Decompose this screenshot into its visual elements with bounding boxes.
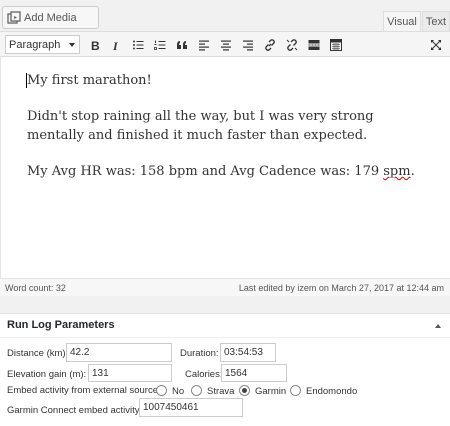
read-more-icon: [308, 40, 320, 50]
italic-icon: I: [112, 39, 119, 51]
tab-text[interactable]: Text: [422, 11, 450, 32]
media-icon: [7, 10, 21, 25]
bulleted-list-button[interactable]: [130, 37, 146, 53]
svg-text:B: B: [91, 39, 100, 51]
spellcheck-word: spm: [383, 164, 411, 179]
paragraph-3-text: My Avg HR was: 158 bpm and Avg Cadence w…: [27, 164, 384, 179]
calories-input[interactable]: 1564: [221, 364, 287, 382]
elevation-input[interactable]: 131: [88, 364, 172, 382]
align-left-button[interactable]: [196, 37, 212, 53]
numbered-list-icon: [154, 40, 166, 50]
last-edited: Last edited by izem on March 27, 2017 at…: [238, 283, 444, 293]
blockquote-button[interactable]: [174, 37, 190, 53]
embed-source-label: Embed activity from external source:: [7, 385, 161, 396]
svg-text:I: I: [112, 39, 119, 51]
toolbar-toggle-button[interactable]: [328, 37, 344, 53]
distance-input[interactable]: 42.2: [66, 343, 172, 362]
metabox-title: Run Log Parameters: [7, 319, 115, 331]
numbered-list-button[interactable]: [152, 37, 168, 53]
garmin-embed-label: Garmin Connect embed activity:: [7, 405, 143, 416]
paragraph-2: Didn't stop raining all the way, but I w…: [27, 109, 374, 143]
paragraph-1: My first marathon!: [27, 73, 152, 88]
align-right-icon: [243, 40, 253, 51]
bold-icon: B: [91, 39, 100, 51]
align-center-icon: [221, 40, 231, 51]
insert-link-button[interactable]: [262, 37, 278, 53]
align-center-button[interactable]: [218, 37, 234, 53]
read-more-button[interactable]: [306, 37, 322, 53]
fullscreen-icon: [431, 40, 441, 50]
tab-visual[interactable]: Visual: [383, 11, 421, 32]
collapse-arrow-icon[interactable]: [435, 324, 441, 328]
radio-strava[interactable]: [191, 385, 202, 396]
bulleted-list-icon: [133, 40, 144, 50]
align-right-button[interactable]: [240, 37, 256, 53]
format-select-value: Paragraph: [9, 38, 61, 51]
radio-no[interactable]: [156, 385, 167, 396]
bold-button[interactable]: B: [87, 37, 103, 53]
garmin-embed-input[interactable]: 1007450461: [139, 398, 243, 417]
radio-strava-label: Strava: [207, 386, 235, 397]
toolbar-toggle-icon: [330, 39, 342, 51]
paragraph-3-end: .: [410, 164, 415, 179]
duration-input[interactable]: 03:54:53: [220, 343, 276, 362]
calories-label: Calories:: [185, 369, 223, 380]
editor-toolbar: Paragraph B I: [0, 31, 450, 57]
word-count: Word count: 32: [5, 283, 66, 293]
format-select[interactable]: Paragraph: [5, 35, 80, 54]
align-left-icon: [199, 40, 209, 51]
radio-endomondo[interactable]: [290, 385, 301, 396]
add-media-label: Add Media: [24, 11, 77, 24]
chevron-down-icon: [69, 43, 75, 47]
editor-statusbar: Word count: 32 Last edited by izem on Ma…: [0, 278, 450, 296]
duration-label: Duration:: [180, 348, 219, 359]
radio-no-label: No: [172, 386, 185, 397]
elevation-label: Elevation gain (m):: [7, 369, 87, 380]
paragraph-3: My Avg HR was: 158 bpm and Avg Cadence w…: [27, 162, 427, 181]
run-log-metabox: Run Log Parameters Distance (km): 42.2 D…: [0, 313, 450, 426]
distance-label: Distance (km):: [7, 348, 69, 359]
editor-content[interactable]: My first marathon! Didn't stop raining a…: [27, 71, 427, 198]
fullscreen-button[interactable]: [428, 37, 444, 53]
metabox-header[interactable]: Run Log Parameters: [0, 314, 450, 338]
radio-garmin-label: Garmin: [255, 386, 287, 397]
italic-button[interactable]: I: [108, 37, 124, 53]
blockquote-icon: [177, 41, 187, 49]
add-media-button[interactable]: Add Media: [2, 6, 99, 29]
link-icon: [265, 39, 275, 51]
remove-link-button[interactable]: [284, 37, 300, 53]
unlink-icon: [286, 39, 298, 51]
radio-endomondo-label: Endomondo: [306, 386, 358, 397]
radio-garmin[interactable]: [239, 385, 250, 396]
